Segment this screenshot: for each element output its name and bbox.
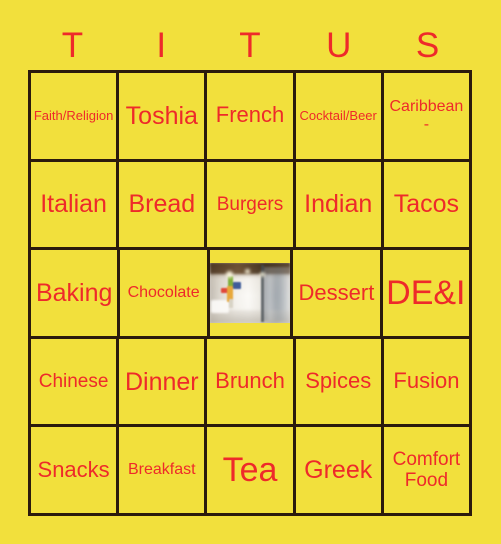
bingo-row: Snacks Breakfast Tea Greek Comfort Food [31,427,470,513]
bingo-row: Faith/Religion Toshia French Cocktail/Be… [31,73,470,162]
bingo-cell-r4c3[interactable]: Brunch [207,338,296,425]
bingo-cell-r2c1[interactable]: Italian [31,161,120,248]
photo-color-decoration [221,276,242,310]
bingo-cell-r4c5[interactable]: Fusion [383,338,470,425]
photo-decoration-blue [232,282,241,289]
bingo-grid: Faith/Religion Toshia French Cocktail/Be… [28,70,472,516]
photo-ceiling-light [225,270,233,278]
bingo-cell-r3c2[interactable]: Chocolate [120,250,210,336]
bingo-row: Chinese Dinner Brunch Spices Fusion [31,338,470,428]
bingo-cell-r2c5[interactable]: Tacos [383,161,470,248]
bingo-cell-r2c2[interactable]: Bread [119,161,208,248]
photo-decoration-light [229,299,233,308]
bingo-title-letter-4: U [326,25,352,65]
bingo-cell-r1c1[interactable]: Faith/Religion [31,73,120,159]
bingo-cell-r3c1[interactable]: Baking [31,250,121,336]
bingo-row: Baking Chocolate Dessert DE&I [31,250,470,339]
bingo-cell-r1c4[interactable]: Cocktail/Beer [295,73,384,159]
bingo-cell-free-space[interactable] [209,250,294,336]
bingo-cell-r2c3[interactable]: Burgers [207,161,296,248]
bingo-cell-r3c4[interactable]: Dessert [293,250,383,336]
bingo-cell-r3c5[interactable]: DE&I [382,250,470,336]
bingo-cell-r1c2[interactable]: Toshia [119,73,208,159]
bingo-cell-r4c4[interactable]: Spices [295,338,384,425]
bingo-card: T I T U S Faith/Religion Toshia French C… [0,0,501,544]
bingo-cell-r4c2[interactable]: Dinner [119,338,208,425]
photo-ceiling-light [259,271,265,277]
bingo-cell-r5c3[interactable]: Tea [207,427,296,513]
bingo-cell-r5c1[interactable]: Snacks [31,427,120,513]
bingo-title-letter-1: T [61,25,84,65]
bingo-cell-r5c4[interactable]: Greek [295,427,384,513]
bingo-title-letter-3: T [239,25,261,65]
bingo-cell-r5c2[interactable]: Breakfast [119,427,208,513]
bingo-cell-r5c5[interactable]: Comfort Food [383,427,470,513]
bingo-title-letter-2: I [156,25,167,65]
bingo-cell-r4c1[interactable]: Chinese [31,338,120,425]
bingo-cell-r1c3[interactable]: French [207,73,296,159]
bingo-cell-r2c4[interactable]: Indian [295,161,384,248]
bingo-row: Italian Bread Burgers Indian Tacos [31,161,470,251]
bingo-title-row: T I T U S [28,20,472,70]
bingo-cell-r1c5[interactable]: Caribbean - [383,73,470,159]
photo-glass-wall [262,266,291,321]
free-space-interior-photo [209,262,291,323]
bingo-title-letter-5: S [415,25,440,65]
